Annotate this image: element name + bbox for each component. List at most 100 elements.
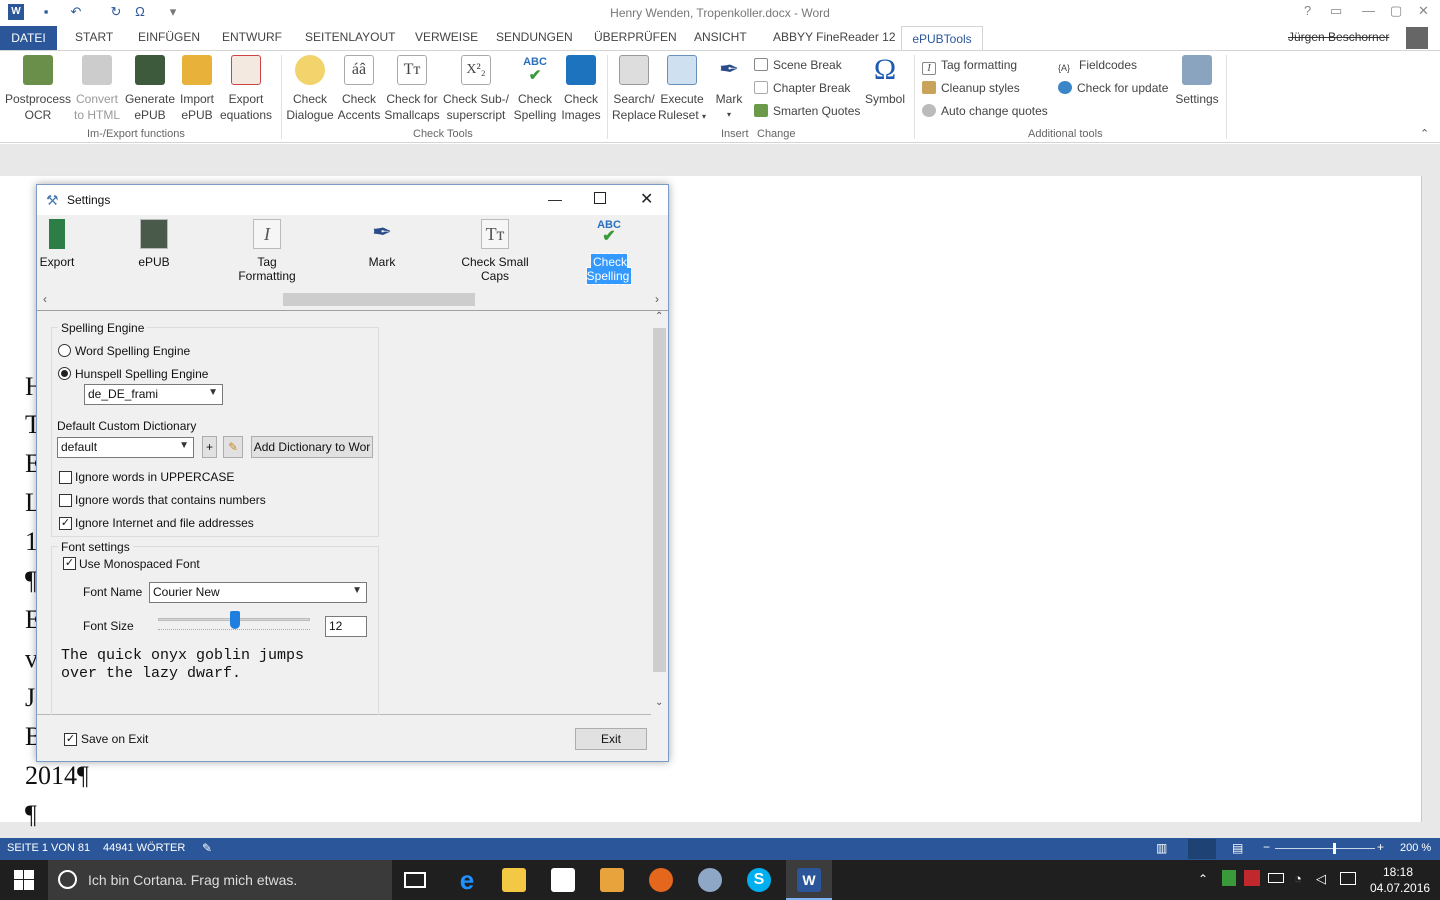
tray-app-icon[interactable] [1222,870,1236,886]
help-icon[interactable]: ? [1304,3,1311,18]
fieldcodes-button[interactable]: {A} Fieldcodes [1058,58,1137,76]
content-scrollbar[interactable]: ⌃ ⌄ [651,311,668,715]
export-equations-button[interactable]: Export equations [219,55,273,123]
hunspell-engine-radio[interactable] [58,367,71,380]
notification-icon[interactable] [1340,872,1356,885]
tab-seitenlayout[interactable]: SEITENLAYOUT [305,30,395,44]
windows-start-icon[interactable] [14,870,34,890]
settings-button[interactable]: Settings [1174,55,1220,107]
avatar[interactable] [1406,27,1428,49]
store-icon[interactable] [551,868,575,892]
page-export[interactable]: Export [37,219,77,269]
check-spelling-button[interactable]: ABC ✔ Check Spelling [512,55,558,123]
ignore-numbers-label[interactable]: Ignore words that contains numbers [75,493,266,507]
file-explorer-icon[interactable] [502,868,526,892]
monospace-checkbox[interactable]: ✓ [63,557,76,570]
scroll-up-icon[interactable]: ⌃ [655,311,663,322]
exit-button[interactable]: Exit [575,728,647,750]
zoom-slider-thumb[interactable] [1333,843,1336,854]
custom-dict-select[interactable]: default ▼ [57,437,194,458]
cortana-search-box[interactable]: Ich bin Cortana. Frag mich etwas. [48,860,392,900]
ignore-numbers-checkbox[interactable] [59,494,72,507]
execute-ruleset-button[interactable]: Execute Ruleset ▾ [657,55,707,125]
skype-icon[interactable]: S [747,868,771,892]
ignore-internet-label[interactable]: Ignore Internet and file addresses [75,516,254,530]
symbol-button[interactable]: Ω Symbol [862,55,908,107]
tray-acrobat-icon[interactable] [1244,870,1260,886]
collapse-ribbon-icon[interactable]: ⌃ [1420,127,1429,140]
check-update-button[interactable]: Check for update [1058,81,1168,95]
word-engine-radio[interactable] [58,344,71,357]
convert-html-button[interactable]: Convert to HTML [73,55,121,123]
volume-icon[interactable]: ◁ [1316,871,1326,887]
ribbon-display-icon[interactable]: ▭ [1330,3,1342,19]
web-layout-icon[interactable]: ▤ [1232,841,1243,855]
scroll-down-icon[interactable]: ⌄ [655,697,663,708]
save-on-exit-label[interactable]: Save on Exit [81,732,148,746]
hunspell-engine-label[interactable]: Hunspell Spelling Engine [75,367,208,381]
import-epub-button[interactable]: Import ePUB [176,55,218,123]
mark-button[interactable]: ✒ Mark ▾ [709,55,749,123]
clock-date[interactable]: 04.07.2016 [1370,881,1430,895]
tab-einfuegen[interactable]: EINFÜGEN [138,30,200,44]
smarten-quotes-button[interactable]: Smarten Quotes [754,104,860,118]
tab-abbyy[interactable]: ABBYY FineReader 12 [773,30,896,44]
tab-verweise[interactable]: VERWEISE [415,30,478,44]
page-epub[interactable]: ePUB [129,219,179,269]
scroll-thumb[interactable] [283,293,475,306]
clock-time[interactable]: 18:18 [1383,865,1413,879]
tab-sendungen[interactable]: SENDUNGEN [496,30,573,44]
media-player-icon[interactable] [600,868,624,892]
postprocess-ocr-button[interactable]: Postprocess OCR [4,55,72,123]
check-images-button[interactable]: Check Images [559,55,603,123]
battery-icon[interactable] [1268,873,1284,883]
zoom-in-icon[interactable]: + [1377,840,1384,854]
zoom-slider-track[interactable] [1275,848,1375,849]
tab-datei[interactable]: DATEI [0,26,57,50]
monospace-label[interactable]: Use Monospaced Font [79,557,200,571]
check-smallcaps-button[interactable]: Tт Check for Smallcaps [384,55,440,123]
chapter-break-button[interactable]: Chapter Break [754,81,850,95]
user-name[interactable]: Jürgen Beschorner [1288,30,1389,44]
maximize-icon[interactable]: ▢ [1390,3,1402,19]
save-on-exit-checkbox[interactable]: ✓ [64,733,77,746]
dialog-close-icon[interactable]: ✕ [640,189,653,209]
tab-ansicht[interactable]: ANSICHT [694,30,747,44]
minimize-icon[interactable]: — [1362,3,1375,18]
edit-pencil-button[interactable]: ✎ [223,436,243,458]
auto-change-quotes-button[interactable]: Auto change quotes [922,104,1048,118]
check-dialogue-button[interactable]: Check Dialogue [285,55,335,123]
thunderbird-icon[interactable] [698,868,722,892]
close-icon[interactable]: ✕ [1418,3,1429,19]
edge-icon[interactable]: e [455,867,479,893]
ignore-uppercase-label[interactable]: Ignore words in UPPERCASE [75,470,234,484]
cleanup-styles-button[interactable]: Cleanup styles [922,81,1020,95]
page-check-spelling[interactable]: ABC ✔ Check Spelling [571,219,647,285]
font-name-select[interactable]: Courier New ▼ [149,582,367,603]
tab-ueberpruefen[interactable]: ÜBERPRÜFEN [594,30,677,44]
scroll-left-icon[interactable]: ‹ [43,292,47,306]
word-count[interactable]: 44941 WÖRTER [103,842,185,854]
scene-break-button[interactable]: Scene Break [754,58,842,72]
tab-entwurf[interactable]: ENTWURF [222,30,282,44]
dialog-maximize-icon[interactable] [594,192,606,204]
print-layout-icon[interactable] [1188,839,1216,859]
zoom-out-icon[interactable]: − [1263,840,1270,854]
page-tag-formatting[interactable]: I Tag Formatting [227,219,307,283]
ignore-uppercase-checkbox[interactable] [59,471,72,484]
check-superscript-button[interactable]: X²₂ Check Sub-/superscript [442,55,510,123]
taskbar-word-button[interactable]: W [786,860,832,900]
page-strip-scrollbar[interactable]: ‹ › [37,291,668,309]
proofing-icon[interactable]: ✎ [202,841,212,855]
firefox-icon[interactable] [649,868,673,892]
check-accents-button[interactable]: áâ Check Accents [336,55,382,123]
tray-chevron-icon[interactable]: ⌃ [1198,872,1208,886]
language-select[interactable]: de_DE_frami ▼ [84,384,223,405]
add-dictionary-button[interactable]: Add Dictionary to Wor [251,436,373,458]
zoom-level[interactable]: 200 % [1400,842,1431,854]
ignore-internet-checkbox[interactable]: ✓ [59,517,72,530]
font-size-slider-thumb[interactable] [230,611,240,629]
scroll-right-icon[interactable]: › [655,292,659,306]
page-count[interactable]: SEITE 1 VON 81 [7,842,90,854]
add-plus-button[interactable]: + [202,436,217,458]
